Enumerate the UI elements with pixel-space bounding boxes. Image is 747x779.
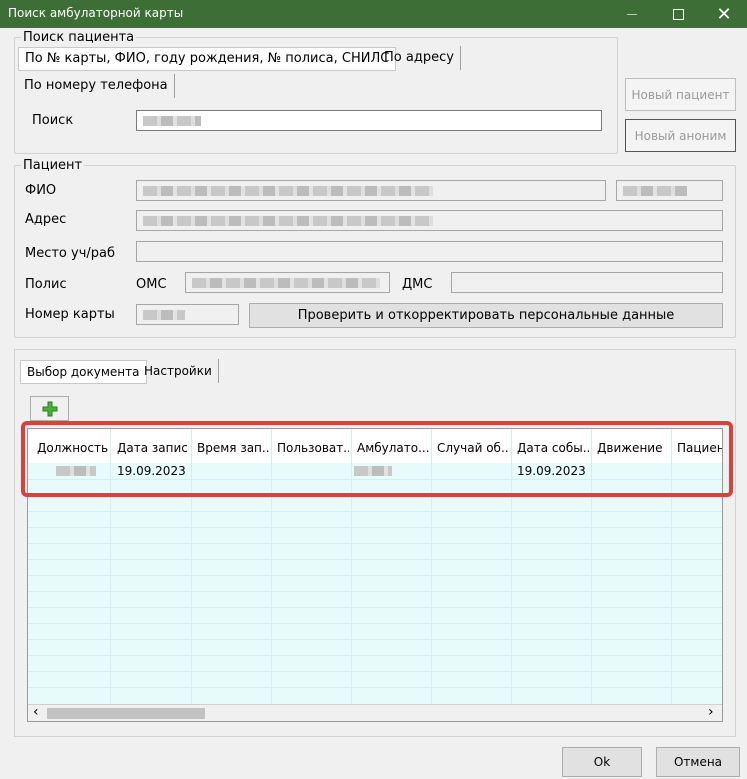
address-field[interactable]: [136, 210, 723, 231]
close-icon: ✕: [716, 3, 732, 25]
title-bar: Поиск амбулаторной карты ✕: [0, 0, 747, 28]
policy-label: Полис: [25, 277, 67, 292]
tab-search-by-phone[interactable]: По номеру телефона: [18, 74, 175, 98]
check-personal-data-button[interactable]: Проверить и откорректировать персональны…: [249, 303, 723, 328]
card-number-label: Номер карты: [25, 307, 115, 322]
plus-icon: [42, 401, 57, 416]
oms-field[interactable]: [185, 272, 390, 293]
dms-label: ДМС: [402, 277, 433, 292]
ok-button[interactable]: Ok: [562, 747, 642, 777]
horizontal-scrollbar[interactable]: ‹ ›: [28, 704, 722, 721]
dms-field[interactable]: [451, 272, 723, 293]
tab-settings[interactable]: Настройки: [138, 359, 219, 383]
redacted-value: [623, 186, 687, 196]
highlight-box: [21, 421, 733, 497]
scrollbar-thumb[interactable]: [47, 708, 205, 719]
redacted-value: [143, 116, 201, 126]
add-document-button[interactable]: [30, 396, 69, 421]
close-button[interactable]: ✕: [701, 0, 747, 28]
work-label: Место уч/раб: [25, 246, 116, 261]
patient-group-title: Пациент: [23, 158, 83, 173]
new-patient-button[interactable]: Новый пациент: [625, 78, 736, 111]
window-title: Поиск амбулаторной карты: [8, 6, 184, 20]
redacted-value: [192, 278, 380, 288]
tab-document-select[interactable]: Выбор документа: [20, 360, 147, 384]
work-field[interactable]: [136, 241, 723, 262]
card-number-field[interactable]: [136, 304, 239, 325]
cancel-button[interactable]: Отмена: [656, 747, 740, 777]
scroll-left-icon[interactable]: ‹: [33, 704, 39, 720]
tab-search-by-card[interactable]: По № карты, ФИО, году рождения, № полиса…: [18, 47, 397, 71]
minimize-icon: [627, 13, 637, 15]
oms-label: ОМС: [136, 277, 167, 292]
search-input[interactable]: [136, 110, 602, 131]
address-label: Адрес: [25, 212, 67, 227]
maximize-button[interactable]: [655, 0, 701, 28]
redacted-value: [143, 310, 185, 320]
fio-field[interactable]: [136, 180, 606, 201]
search-group-title: Поиск пациента: [23, 30, 135, 45]
search-label: Поиск: [32, 113, 74, 128]
redacted-value: [143, 186, 433, 196]
scroll-right-icon[interactable]: ›: [708, 704, 714, 720]
minimize-button[interactable]: [609, 0, 655, 28]
birth-date-field[interactable]: [616, 180, 723, 201]
redacted-value: [143, 216, 433, 226]
maximize-icon: [672, 8, 684, 20]
fio-label: ФИО: [25, 183, 57, 198]
tab-search-by-address[interactable]: По адресу: [378, 46, 461, 70]
new-anonymous-button[interactable]: Новый аноним: [625, 119, 736, 152]
